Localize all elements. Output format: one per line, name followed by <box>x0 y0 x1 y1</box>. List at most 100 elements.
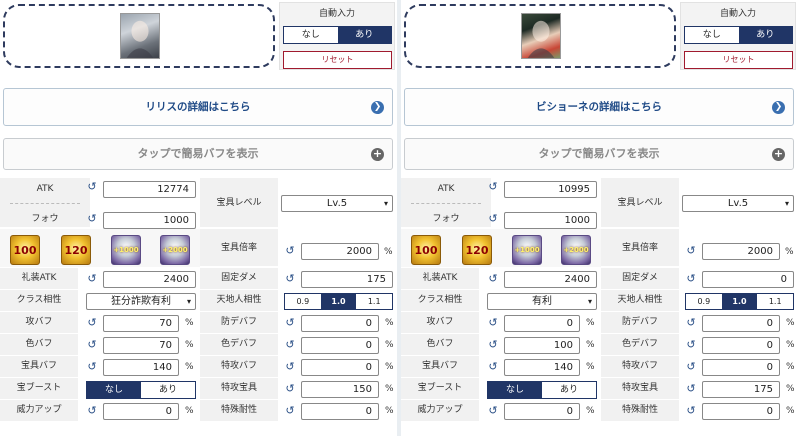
quick-buff-button[interactable]: タップで簡易バフを表示 + <box>3 138 393 170</box>
fixed-damage-input[interactable]: 175 <box>301 271 393 288</box>
np-multiplier-input[interactable]: 2000 <box>301 243 379 260</box>
servant-detail-button[interactable]: ビショーネの詳細はこちら ❯ <box>404 88 794 126</box>
auto-input-yes-button[interactable]: あり <box>738 27 792 43</box>
ce-badge-2000[interactable]: +2000 <box>561 235 591 265</box>
np-multiplier-input[interactable]: 2000 <box>702 243 780 260</box>
power-up-undo-icon[interactable]: ↺ <box>86 405 98 417</box>
special-resist-input[interactable]: 0 <box>702 403 780 420</box>
np-boost-none-button[interactable]: なし <box>488 382 542 398</box>
ce-badge-1000[interactable]: +1000 <box>111 235 141 265</box>
ce-atk-undo-icon[interactable]: ↺ <box>487 273 499 285</box>
np-multiplier-undo-icon[interactable]: ↺ <box>284 245 296 257</box>
special-resist-input[interactable]: 0 <box>301 403 379 420</box>
power-up-undo-icon[interactable]: ↺ <box>487 405 499 417</box>
power-up-input[interactable]: 0 <box>103 403 179 420</box>
np-multiplier-undo-icon[interactable]: ↺ <box>685 245 697 257</box>
card-debuff-undo-icon[interactable]: ↺ <box>685 339 697 351</box>
card-debuff-input[interactable]: 0 <box>301 337 379 354</box>
atk-undo-icon[interactable]: ↺ <box>487 181 499 193</box>
np-buff-undo-icon[interactable]: ↺ <box>487 361 499 373</box>
auto-input-yes-button[interactable]: あり <box>337 27 391 43</box>
np-boost-none-button[interactable]: なし <box>87 382 141 398</box>
np-buff-undo-icon[interactable]: ↺ <box>86 361 98 373</box>
atk-buff-input[interactable]: 0 <box>504 315 580 332</box>
fixed-damage-input[interactable]: 0 <box>702 271 794 288</box>
def-debuff-undo-icon[interactable]: ↺ <box>284 317 296 329</box>
attribute-affinity-option-1[interactable]: 1.0 <box>320 294 357 309</box>
def-debuff-input[interactable]: 0 <box>301 315 379 332</box>
atk-buff-input[interactable]: 70 <box>103 315 179 332</box>
fou-undo-icon[interactable]: ↺ <box>86 213 98 225</box>
attribute-affinity-option-2[interactable]: 1.1 <box>356 294 393 309</box>
card-buff-input[interactable]: 100 <box>504 337 580 354</box>
np-buff-label: 宝具バフ <box>401 356 479 378</box>
def-debuff-input[interactable]: 0 <box>702 315 780 332</box>
fixed-damage-undo-icon[interactable]: ↺ <box>685 273 697 285</box>
attribute-affinity-option-2[interactable]: 1.1 <box>757 294 794 309</box>
np-boost-yes-button[interactable]: あり <box>542 382 596 398</box>
attribute-affinity-option-1[interactable]: 1.0 <box>721 294 758 309</box>
ce-badge-2000[interactable]: +2000 <box>160 235 190 265</box>
fou-input[interactable]: 1000 <box>504 212 597 229</box>
ce-atk-undo-icon[interactable]: ↺ <box>86 273 98 285</box>
special-np-undo-icon[interactable]: ↺ <box>685 383 697 395</box>
def-debuff-undo-icon[interactable]: ↺ <box>685 317 697 329</box>
np-level-select[interactable]: Lv.5 ▾ <box>281 195 393 212</box>
special-atk-buff-input[interactable]: 0 <box>702 359 780 376</box>
card-buff-undo-icon[interactable]: ↺ <box>487 339 499 351</box>
ce-atk-input[interactable]: 2400 <box>504 271 597 288</box>
special-atk-buff-undo-icon[interactable]: ↺ <box>685 361 697 373</box>
special-resist-undo-icon[interactable]: ↺ <box>284 405 296 417</box>
np-level-value: Lv.5 <box>326 198 348 209</box>
fou-undo-icon[interactable]: ↺ <box>487 213 499 225</box>
atk-input[interactable]: 10995 <box>504 181 597 198</box>
ce-badge-100[interactable]: 100 <box>411 235 441 265</box>
ce-atk-label: 礼装ATK <box>401 268 479 290</box>
ce-badge-100[interactable]: 100 <box>10 235 40 265</box>
ce-atk-input[interactable]: 2400 <box>103 271 196 288</box>
class-affinity-label: クラス相性 <box>401 290 479 312</box>
special-np-input[interactable]: 150 <box>301 381 379 398</box>
auto-input-toggle: なし あり <box>283 26 392 44</box>
servant-avatar[interactable] <box>521 13 561 59</box>
card-debuff-input[interactable]: 0 <box>702 337 780 354</box>
np-buff-input[interactable]: 140 <box>504 359 580 376</box>
atk-undo-icon[interactable]: ↺ <box>86 181 98 193</box>
servant-detail-button[interactable]: リリスの詳細はこちら ❯ <box>3 88 393 126</box>
auto-input-none-button[interactable]: なし <box>284 27 338 43</box>
atk-input[interactable]: 12774 <box>103 181 196 198</box>
fixed-damage-undo-icon[interactable]: ↺ <box>284 273 296 285</box>
ce-badge-120[interactable]: 120 <box>462 235 492 265</box>
attribute-affinity-option-0[interactable]: 0.9 <box>285 294 321 309</box>
special-atk-buff-input[interactable]: 0 <box>301 359 379 376</box>
special-np-input[interactable]: 175 <box>702 381 780 398</box>
ce-badge-120[interactable]: 120 <box>61 235 91 265</box>
atk-buff-undo-icon[interactable]: ↺ <box>86 317 98 329</box>
power-up-input[interactable]: 0 <box>504 403 580 420</box>
card-buff-undo-icon[interactable]: ↺ <box>86 339 98 351</box>
special-np-percent: % <box>786 384 795 394</box>
reset-button[interactable]: リセット <box>283 51 392 69</box>
ce-badge-1000[interactable]: +1000 <box>512 235 542 265</box>
attribute-affinity-option-0[interactable]: 0.9 <box>686 294 722 309</box>
quick-buff-button[interactable]: タップで簡易バフを表示 + <box>404 138 794 170</box>
reset-button[interactable]: リセット <box>684 51 793 69</box>
servant-select-box[interactable] <box>404 4 676 68</box>
auto-input-none-button[interactable]: なし <box>685 27 739 43</box>
np-boost-toggle: なし あり <box>487 381 597 399</box>
atk-buff-undo-icon[interactable]: ↺ <box>487 317 499 329</box>
servant-select-box[interactable] <box>3 4 275 68</box>
card-debuff-undo-icon[interactable]: ↺ <box>284 339 296 351</box>
special-resist-undo-icon[interactable]: ↺ <box>685 405 697 417</box>
fou-input[interactable]: 1000 <box>103 212 196 229</box>
special-np-undo-icon[interactable]: ↺ <box>284 383 296 395</box>
np-boost-yes-button[interactable]: あり <box>141 382 195 398</box>
servant-avatar[interactable] <box>120 13 160 59</box>
card-buff-input[interactable]: 70 <box>103 337 179 354</box>
ce-badge-100-label: 100 <box>13 244 37 257</box>
np-level-select[interactable]: Lv.5 ▾ <box>682 195 794 212</box>
class-affinity-select[interactable]: 有利 ▾ <box>487 293 597 310</box>
np-buff-input[interactable]: 140 <box>103 359 179 376</box>
class-affinity-select[interactable]: 狂分詐欺有利 ▾ <box>86 293 196 310</box>
special-atk-buff-undo-icon[interactable]: ↺ <box>284 361 296 373</box>
